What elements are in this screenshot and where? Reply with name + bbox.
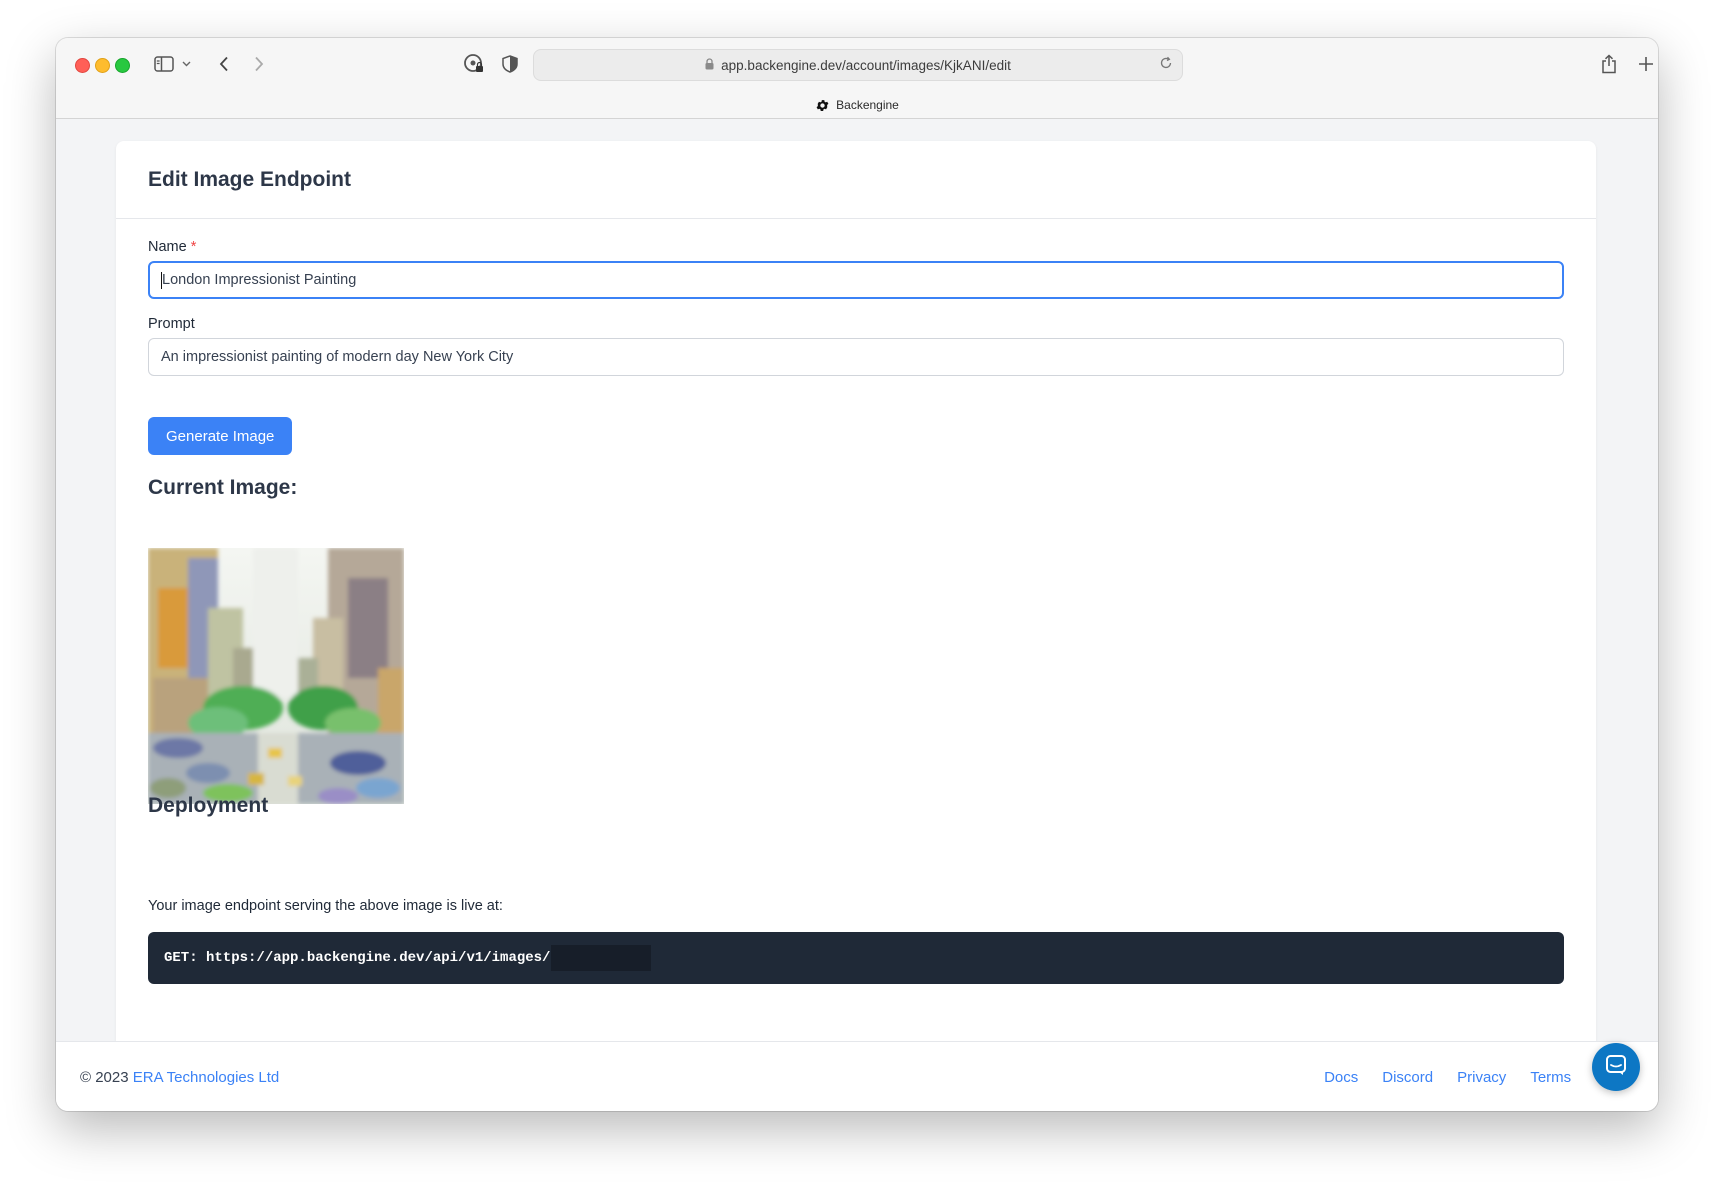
shield-icon[interactable] (500, 51, 520, 77)
footer-link-discord[interactable]: Discord (1382, 1069, 1433, 1086)
chevron-down-icon[interactable] (180, 51, 192, 77)
name-input-value: London Impressionist Painting (162, 272, 357, 288)
reload-icon[interactable] (1159, 56, 1173, 73)
required-marker: * (190, 239, 197, 255)
back-arrow-icon[interactable] (216, 51, 232, 77)
prompt-input-value: An impressionist painting of modern day … (161, 349, 514, 365)
footer-link-privacy[interactable]: Privacy (1457, 1069, 1506, 1086)
maximize-window-button[interactable] (115, 58, 130, 73)
name-input[interactable]: London Impressionist Painting (148, 261, 1564, 299)
prompt-input[interactable]: An impressionist painting of modern day … (148, 338, 1564, 376)
endpoint-code-block[interactable]: GET: https://app.backengine.dev/api/v1/i… (148, 932, 1564, 984)
page-title: Edit Image Endpoint (148, 167, 351, 191)
lock-icon (705, 57, 714, 73)
share-icon[interactable] (1599, 51, 1619, 77)
current-image-heading: Current Image: (148, 476, 298, 499)
close-window-button[interactable] (75, 58, 90, 73)
browser-window: app.backengine.dev/account/images/KjkANI… (56, 38, 1658, 1111)
endpoint-url: GET: https://app.backengine.dev/api/v1/i… (164, 950, 551, 966)
chat-icon (1605, 1054, 1627, 1081)
prompt-label: Prompt (148, 316, 195, 332)
redacted-id (551, 945, 652, 971)
copyright-prefix: © 2023 (80, 1068, 129, 1086)
new-tab-icon[interactable] (1636, 51, 1656, 77)
copyright: © 2023 ERA Technologies Ltd (80, 1069, 279, 1086)
page-content: Edit Image Endpoint Name * London Impress… (56, 119, 1658, 1041)
current-image (148, 548, 404, 804)
address-bar[interactable]: app.backengine.dev/account/images/KjkANI… (533, 49, 1183, 81)
deployment-heading: Deployment (148, 794, 269, 817)
tab-title: Backengine (836, 98, 899, 112)
chat-widget-button[interactable] (1592, 1043, 1640, 1091)
footer-links: Docs Discord Privacy Terms C (1324, 1069, 1606, 1086)
deployment-description: Your image endpoint serving the above im… (148, 898, 503, 914)
page-footer: © 2023 ERA Technologies Ltd Docs Discord… (56, 1041, 1658, 1111)
footer-link-terms[interactable]: Terms (1530, 1069, 1571, 1086)
url-text: app.backengine.dev/account/images/KjkANI… (721, 57, 1011, 73)
name-label-text: Name (148, 239, 187, 255)
name-label: Name * (148, 239, 196, 255)
company-link[interactable]: ERA Technologies Ltd (133, 1069, 280, 1086)
footer-link-docs[interactable]: Docs (1324, 1069, 1358, 1086)
password-manager-icon[interactable] (463, 51, 485, 77)
edit-card: Edit Image Endpoint Name * London Impress… (116, 141, 1596, 1041)
sidebar-toggle-icon[interactable] (153, 51, 175, 77)
active-tab[interactable]: Backengine (56, 92, 1658, 118)
generate-image-button[interactable]: Generate Image (148, 417, 293, 455)
forward-arrow-icon[interactable] (251, 51, 267, 77)
browser-toolbar: app.backengine.dev/account/images/KjkANI… (56, 38, 1658, 119)
gear-icon (815, 98, 830, 113)
minimize-window-button[interactable] (95, 58, 110, 73)
card-header: Edit Image Endpoint (116, 141, 1596, 219)
